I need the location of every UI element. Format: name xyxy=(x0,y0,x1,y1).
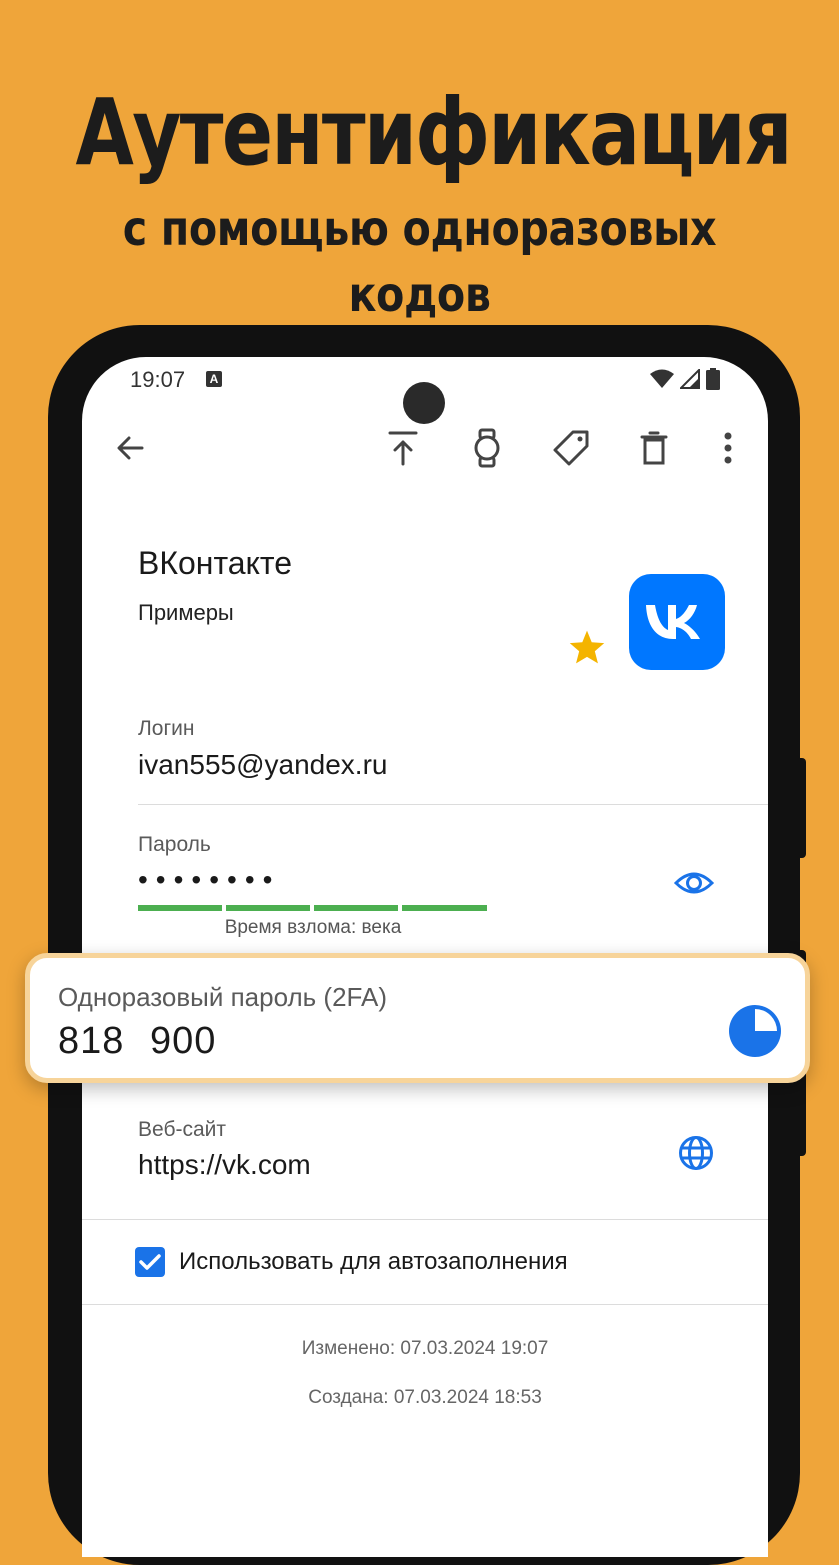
entry-group: Примеры xyxy=(138,600,234,625)
vk-logo xyxy=(629,574,725,670)
crack-time-label: Время взлома: века xyxy=(224,917,402,938)
entry-title: ВКонтакте xyxy=(138,545,292,581)
notification-a-icon: A xyxy=(206,371,222,387)
tag-icon[interactable] xyxy=(547,424,595,472)
otp-timer-icon xyxy=(727,1003,783,1064)
promo-subtitle: с помощью одноразовых кодов xyxy=(122,201,717,323)
autofill-checkbox[interactable] xyxy=(135,1247,165,1277)
watch-icon[interactable] xyxy=(463,424,511,472)
back-arrow-icon[interactable] xyxy=(106,424,154,472)
battery-icon xyxy=(706,368,720,390)
password-value[interactable]: •••••••• xyxy=(138,866,280,894)
strength-segment xyxy=(314,905,398,911)
otp-card[interactable]: Одноразовый пароль (2FA) 818 900 xyxy=(25,953,810,1083)
website-label: Веб-сайт xyxy=(138,1118,226,1141)
created-date: Создана: 07.03.2024 18:53 xyxy=(308,1387,542,1408)
login-label: Логин xyxy=(138,717,195,740)
login-value[interactable]: ivan555@yandex.ru xyxy=(138,749,387,781)
password-label: Пароль xyxy=(138,833,211,856)
trash-icon[interactable] xyxy=(630,424,678,472)
wifi-icon xyxy=(650,369,674,388)
strength-segment xyxy=(402,905,487,911)
globe-icon[interactable] xyxy=(678,1135,714,1176)
status-time: 19:07 xyxy=(130,367,186,392)
strength-segment xyxy=(138,905,222,911)
more-vertical-icon[interactable] xyxy=(704,424,752,472)
divider xyxy=(82,1304,768,1305)
autofill-label[interactable]: Использовать для автозаполнения xyxy=(179,1248,568,1276)
divider xyxy=(138,804,768,805)
website-value[interactable]: https://vk.com xyxy=(138,1149,311,1181)
modified-date: Изменено: 07.03.2024 19:07 xyxy=(301,1338,549,1359)
signal-icon xyxy=(680,369,700,389)
phone-volume-button xyxy=(798,758,806,858)
camera-cutout xyxy=(403,382,445,424)
promo-title: Аутентификация xyxy=(75,79,793,186)
favorite-star-icon[interactable] xyxy=(568,629,606,670)
divider xyxy=(82,1219,768,1220)
strength-segment xyxy=(226,905,310,911)
otp-code[interactable]: 818 900 xyxy=(58,1020,216,1063)
eye-icon[interactable] xyxy=(673,863,715,908)
upload-icon[interactable] xyxy=(379,424,427,472)
otp-label: Одноразовый пароль (2FA) xyxy=(58,982,387,1012)
